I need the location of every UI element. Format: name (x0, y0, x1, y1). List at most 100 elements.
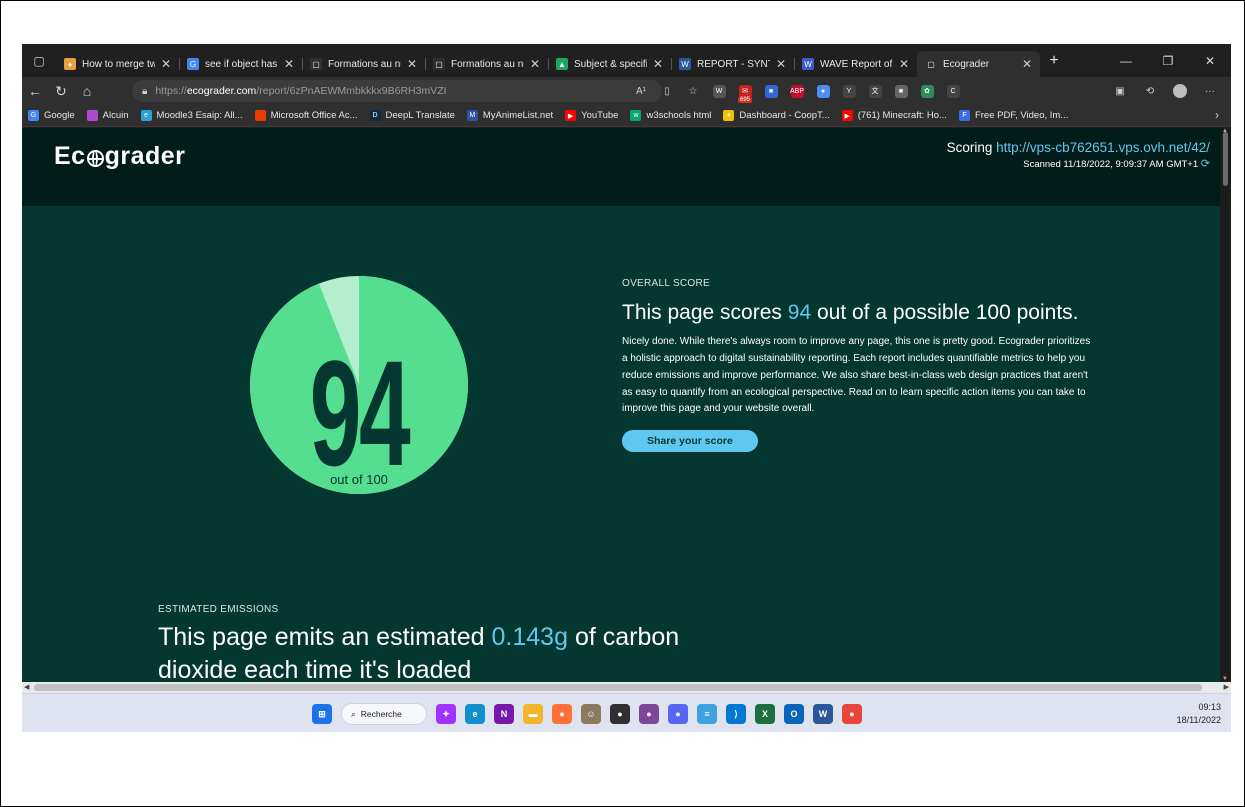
reload-icon[interactable]: ↻ (48, 83, 74, 100)
firefox-icon[interactable]: ● (552, 704, 572, 724)
taskbar-clock[interactable]: 09:13 18/11/2022 (1177, 701, 1221, 726)
bookmark-item[interactable]: M MyAnimeList.net (466, 110, 553, 121)
bookmark-item[interactable]: ▶ YouTube (565, 110, 618, 121)
search-icon: ⌕ (351, 708, 356, 719)
estimated-emissions-section: ESTIMATED EMISSIONS This page emits an e… (158, 604, 858, 682)
extension-favorites-icon[interactable]: ☆ (680, 77, 706, 105)
extension-ext-game-icon[interactable]: ■ (888, 77, 914, 105)
gimp-icon[interactable]: ☺ (581, 704, 601, 724)
tab-actions-icon[interactable]: ▢ (22, 44, 56, 77)
tor-icon[interactable]: ● (639, 704, 659, 724)
extension-ext-w-icon[interactable]: W (706, 77, 732, 105)
tab-6[interactable]: W WAVE Report of h ✕ (794, 51, 917, 77)
tab-2[interactable]: ▢ Formations au nu ✕ (302, 51, 425, 77)
vscode-icon[interactable]: ⟩ (726, 704, 746, 724)
close-tab-icon[interactable]: ✕ (161, 57, 171, 71)
history-icon[interactable]: ⟲ (1137, 77, 1163, 105)
obs-icon[interactable]: ● (610, 704, 630, 724)
onenote-icon[interactable]: N (494, 704, 514, 724)
lock-icon[interactable]: 🔒︎ (142, 86, 147, 97)
bookmark-item[interactable]: G Google (28, 110, 75, 121)
bookmark-item[interactable]: ▶ (761) Minecraft: Ho... (841, 110, 947, 121)
emissions-heading-value: 0.143g (491, 623, 568, 651)
bookmark-item[interactable]: Microsoft Office Ac... (254, 110, 358, 121)
horizontal-scrollbar[interactable]: ◀ ▶ (22, 682, 1231, 693)
bookmark-label: Microsoft Office Ac... (270, 110, 358, 121)
tab-1[interactable]: Gsee if object has k ✕ (179, 51, 302, 77)
share-score-button[interactable]: Share your score (622, 430, 758, 453)
extension-row: A¹ ▯ ☆ W ✉ 695 ■ ABP ● Y 文 ■ ✿ C (628, 77, 966, 105)
word-icon[interactable]: W (813, 704, 833, 724)
taskbar-search[interactable]: ⌕ Recherche (341, 703, 427, 725)
extension-ext-c-icon[interactable]: C (940, 77, 966, 105)
extension-split-icon[interactable]: ▯ (654, 77, 680, 105)
scoring-url-link[interactable]: http://vps-cb762651.vps.ovh.net/42/ (996, 140, 1210, 155)
bookmark-item[interactable]: w w3schools html (630, 110, 711, 121)
app-badge-icon[interactable]: ● (668, 704, 688, 724)
scanned-timestamp: Scanned 11/18/2022, 9:09:37 AM GMT+1 (1023, 159, 1199, 170)
vertical-scroll-thumb[interactable] (1223, 132, 1228, 186)
close-tab-icon[interactable]: ✕ (530, 57, 540, 71)
sidebar-icon[interactable]: ▣ (1107, 77, 1133, 105)
close-tab-icon[interactable]: ✕ (1022, 57, 1032, 71)
edge-icon[interactable]: e (465, 704, 485, 724)
rescan-icon[interactable]: ⟳ (1201, 158, 1210, 170)
address-bar[interactable]: 🔒︎ https://ecograder.com/report/6zPnAEWM… (132, 80, 662, 102)
extension-ext-leaf-icon[interactable]: ✿ (914, 77, 940, 105)
extension-glyph: ABP (790, 84, 804, 98)
bookmark-label: (761) Minecraft: Ho... (857, 110, 947, 121)
bookmark-item[interactable]: Alcuin (86, 110, 129, 121)
bookmark-item[interactable]: ♦ Dashboard - CoopT... (723, 110, 830, 121)
extension-ext-y-icon[interactable]: Y (836, 77, 862, 105)
restore-icon[interactable]: ❐ (1147, 54, 1189, 68)
notepad-icon[interactable]: ≡ (697, 704, 717, 724)
tab-0[interactable]: ♦ How to merge tw ✕ (56, 51, 179, 77)
bookmark-item[interactable]: D DeepL Translate (369, 110, 455, 121)
bookmark-label: DeepL Translate (385, 110, 455, 121)
extension-glyph: W (712, 84, 726, 98)
file-explorer-icon[interactable]: ▬ (523, 704, 543, 724)
close-tab-icon[interactable]: ✕ (284, 57, 294, 71)
extension-chromium-icon[interactable]: ● (810, 77, 836, 105)
excel-icon[interactable]: X (755, 704, 775, 724)
tab-4[interactable]: ▲ Subject & specifi ✕ (548, 51, 671, 77)
scroll-left-icon[interactable]: ◀ (24, 683, 29, 691)
close-tab-icon[interactable]: ✕ (776, 57, 786, 71)
bookmark-item[interactable]: e Moodle3 Esaip: All... (140, 110, 243, 121)
emissions-heading: This page emits an estimated 0.143g of c… (158, 621, 858, 654)
more-menu-icon[interactable]: ··· (1197, 77, 1223, 105)
close-window-icon[interactable]: ✕ (1189, 54, 1231, 68)
outlook-icon[interactable]: O (784, 704, 804, 724)
horizontal-scroll-thumb[interactable] (34, 684, 1202, 691)
windows-start-icon[interactable]: ⊞ (312, 704, 332, 724)
extension-read-aloud-icon[interactable]: A¹ (628, 77, 654, 105)
ecograder-logo[interactable]: Ec grader (54, 142, 185, 171)
extension-mail-icon[interactable]: ✉ 695 (732, 77, 758, 105)
extension-translate-icon[interactable]: 文 (862, 77, 888, 105)
tab-title: Subject & specifi (574, 58, 647, 70)
bookmarks-overflow-icon[interactable]: › (1215, 108, 1219, 122)
bookmark-favicon-icon: ♦ (723, 110, 735, 121)
taskbar-search-label: Recherche (360, 709, 402, 719)
chrome-icon[interactable]: ● (842, 704, 862, 724)
scroll-right-icon[interactable]: ▶ (1224, 683, 1229, 691)
close-tab-icon[interactable]: ✕ (653, 57, 663, 71)
extension-shield-icon[interactable]: ■ (758, 77, 784, 105)
tab-5[interactable]: W REPORT - SYNTHE ✕ (671, 51, 794, 77)
messenger-icon[interactable]: ✦ (436, 704, 456, 724)
bookmark-favicon-icon: w (630, 110, 642, 121)
tab-favicon-icon: ▢ (433, 58, 445, 70)
close-tab-icon[interactable]: ✕ (899, 57, 909, 71)
toolbar-right: ▣ ⟲ ··· (1107, 77, 1223, 105)
vertical-scrollbar[interactable]: ▲ ▼ (1220, 128, 1231, 682)
profile-avatar[interactable] (1167, 77, 1193, 105)
extension-abp-icon[interactable]: ABP (784, 77, 810, 105)
new-tab-button[interactable]: + (1040, 52, 1068, 70)
close-tab-icon[interactable]: ✕ (407, 57, 417, 71)
tab-7[interactable]: ▢ Ecograder ✕ (917, 51, 1040, 77)
back-icon[interactable]: ← (22, 83, 48, 99)
minimize-icon[interactable]: — (1105, 54, 1147, 68)
bookmark-item[interactable]: F Free PDF, Video, Im... (958, 110, 1068, 121)
tab-3[interactable]: ▢ Formations au nu ✕ (425, 51, 548, 77)
home-icon[interactable]: ⌂ (74, 83, 100, 99)
